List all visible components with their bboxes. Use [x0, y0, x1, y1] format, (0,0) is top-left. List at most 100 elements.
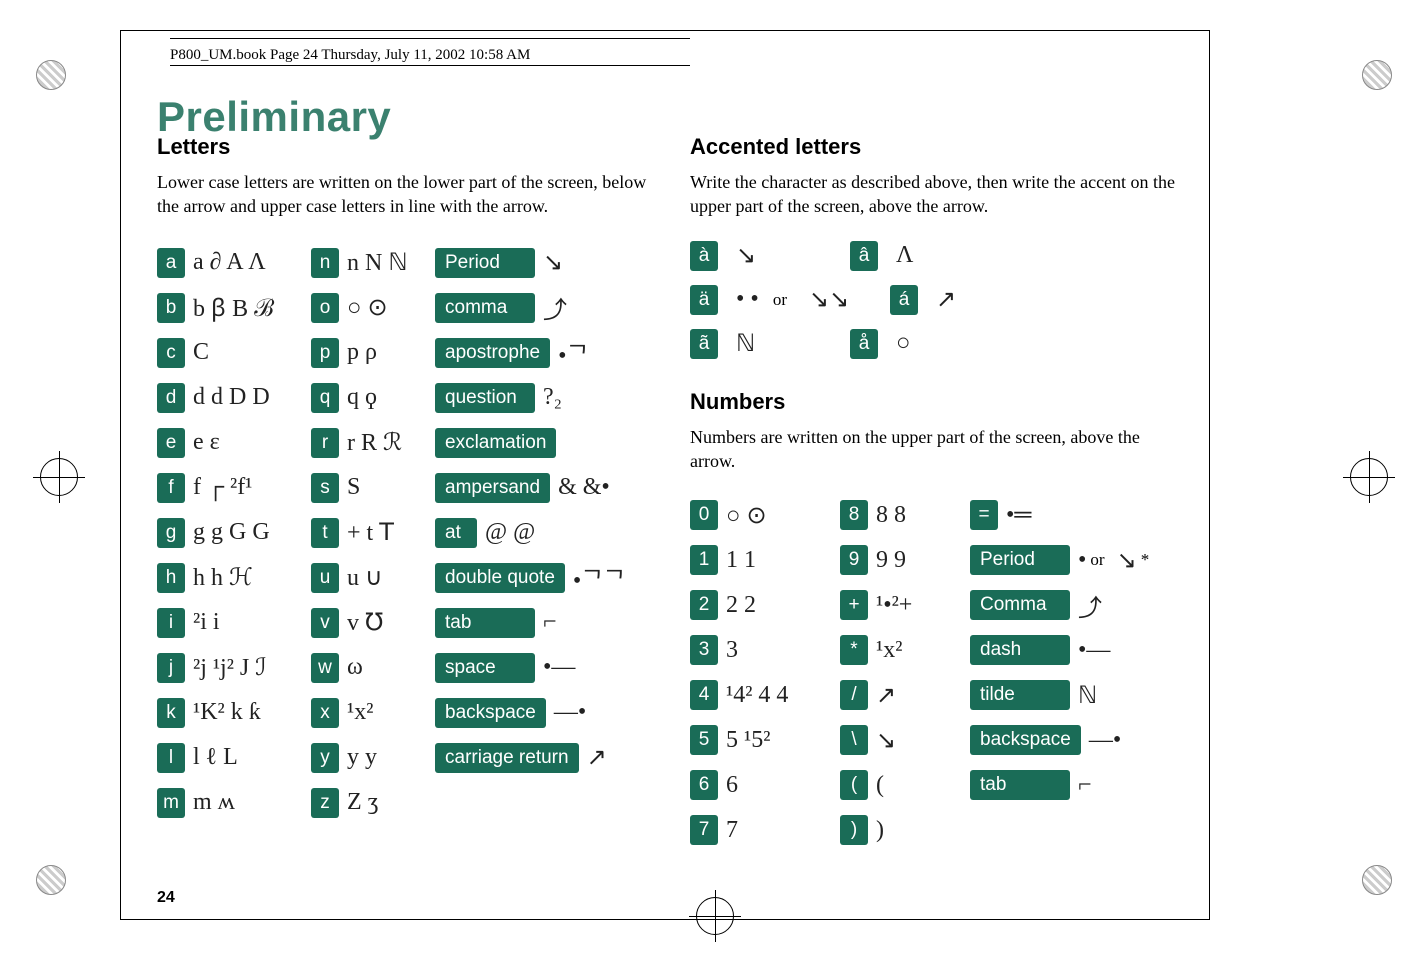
number-chip: 9: [840, 545, 868, 575]
letter-row: x¹x²: [311, 696, 431, 730]
punct-chip: space: [435, 653, 535, 683]
stroke-glyphs: (: [876, 772, 884, 799]
stroke-glyphs: C: [193, 339, 209, 366]
number-row: 11 1: [690, 543, 830, 577]
letter-row: dd d D D: [157, 381, 307, 415]
letter-chip: m: [157, 788, 185, 818]
letter-chip: w: [311, 653, 339, 683]
running-head: P800_UM.book Page 24 Thursday, July 11, …: [170, 47, 530, 64]
color-bar-bottom-left: [36, 865, 66, 895]
stroke-glyphs: ¹•²+: [876, 592, 912, 619]
punct-chip: comma: [435, 293, 535, 323]
stroke-glyphs: ↘: [543, 248, 563, 277]
stroke-glyphs: •═: [1006, 502, 1031, 529]
stroke-glyphs: @ @: [485, 519, 535, 546]
letter-chip: j: [157, 653, 185, 683]
accent-chip: â: [850, 241, 878, 271]
stroke-glyphs: •: [1078, 547, 1086, 574]
stroke-glyphs: ○ ⊙: [726, 501, 767, 530]
letters-col-a: aa ∂ A Λ bb ꞵ B ℬ cC dd d D D ee ε ff ┌ …: [157, 243, 307, 823]
number-row: =•═: [970, 498, 1160, 532]
punct-row: ampersand& &•: [435, 471, 635, 505]
letter-row: j ²j ¹j² J ℐ: [157, 651, 307, 685]
number-chip: \: [840, 725, 868, 755]
letter-row: ff ┌ ²f¹: [157, 471, 307, 505]
number-chip: tab: [970, 770, 1070, 800]
punct-row: tab⌐: [435, 606, 635, 640]
number-row: 99 9: [840, 543, 960, 577]
stroke-glyphs: •—: [543, 654, 575, 681]
letter-chip: n: [311, 248, 339, 278]
letter-row: t+ t ꓔ: [311, 516, 431, 550]
accented-heading: Accented letters: [690, 134, 1180, 160]
accent-row: å○: [850, 329, 970, 359]
number-row: 66: [690, 768, 830, 802]
stroke-glyphs: ↘: [876, 726, 896, 755]
letter-row: wω: [311, 651, 431, 685]
letter-chip: a: [157, 248, 185, 278]
number-row: *¹x²: [840, 633, 960, 667]
stroke-glyphs: 5 ¹5²: [726, 727, 770, 754]
stroke-glyphs: y y: [347, 744, 377, 771]
letter-row: mm ʍ: [157, 786, 307, 820]
number-chip: 7: [690, 815, 718, 845]
stroke-glyphs: • •: [736, 286, 759, 313]
stroke-glyphs: ?₂: [543, 384, 562, 411]
number-chip: tilde: [970, 680, 1070, 710]
stroke-glyphs: ℕ: [1078, 681, 1097, 710]
punct-chip: tab: [435, 608, 535, 638]
punct-row: comma⤴: [435, 291, 635, 325]
numbers-col-a: 0○ ⊙ 11 1 22 2 33 4¹4² 4 4 55 ¹5² 66 77: [690, 495, 830, 850]
stroke-glyphs: ²j ¹j² J ℐ: [193, 653, 267, 682]
punct-chip: ampersand: [435, 473, 550, 503]
stroke-glyphs: ⤴: [1078, 588, 1102, 623]
stroke-glyphs: ↘↘: [809, 285, 849, 314]
color-bar-top-left: [36, 60, 66, 90]
number-chip: 0: [690, 500, 718, 530]
number-row: ((: [840, 768, 960, 802]
letter-chip: t: [311, 518, 339, 548]
number-chip: *: [840, 635, 868, 665]
accent-chip: à: [690, 241, 718, 271]
stroke-glyphs: m ʍ: [193, 789, 235, 816]
stroke-glyphs: ↘: [736, 241, 756, 270]
registration-mark-left: [40, 458, 78, 496]
punct-chip: exclamation: [435, 428, 556, 458]
stroke-glyphs: ○: [896, 330, 911, 357]
number-row: tab ⌐: [970, 768, 1160, 802]
number-chip: 1: [690, 545, 718, 575]
number-chip: +: [840, 590, 868, 620]
stroke-glyphs: p ρ: [347, 339, 377, 366]
number-row: 0 ○ ⊙: [690, 498, 830, 532]
letter-chip: q: [311, 383, 339, 413]
stroke-glyphs: •—: [1078, 637, 1110, 664]
stroke-glyphs: —•: [554, 699, 586, 726]
registration-mark-right: [1350, 458, 1388, 496]
number-chip: 6: [690, 770, 718, 800]
stroke-glyphs: ⌐: [1078, 772, 1092, 799]
numbers-col-b: 88 8 99 9 +¹•²+ *¹x² /↗ \↘ (( )): [840, 495, 960, 850]
letter-chip: u: [311, 563, 339, 593]
letter-chip: k: [157, 698, 185, 728]
stroke-glyphs: ): [876, 817, 884, 844]
punct-chip: carriage return: [435, 743, 579, 773]
stroke-glyphs: h h ℋ: [193, 563, 253, 592]
color-bar-bottom-right: [1362, 865, 1392, 895]
number-chip: (: [840, 770, 868, 800]
number-row: )): [840, 813, 960, 847]
numbers-col-c: =•═ Period•or↘* Comma⤴ dash•— tildeℕ bac…: [970, 495, 1160, 850]
letter-row: zZ ʒ: [311, 786, 431, 820]
letter-chip: i: [157, 608, 185, 638]
punct-row: question?₂: [435, 381, 635, 415]
punct-row: double quote•ᄀᄀ: [435, 561, 635, 595]
number-row: tilde ℕ: [970, 678, 1160, 712]
number-row: + ¹•²+: [840, 588, 960, 622]
letter-row: aa ∂ A Λ: [157, 246, 307, 280]
number-row: \↘: [840, 723, 960, 757]
letter-row: o○ ⊙: [311, 291, 431, 325]
number-chip: 8: [840, 500, 868, 530]
punct-chip: at: [435, 518, 477, 548]
letter-chip: g: [157, 518, 185, 548]
stroke-glyphs: v ℧: [347, 608, 383, 637]
column-right: Accented letters Write the character as …: [690, 134, 1180, 850]
